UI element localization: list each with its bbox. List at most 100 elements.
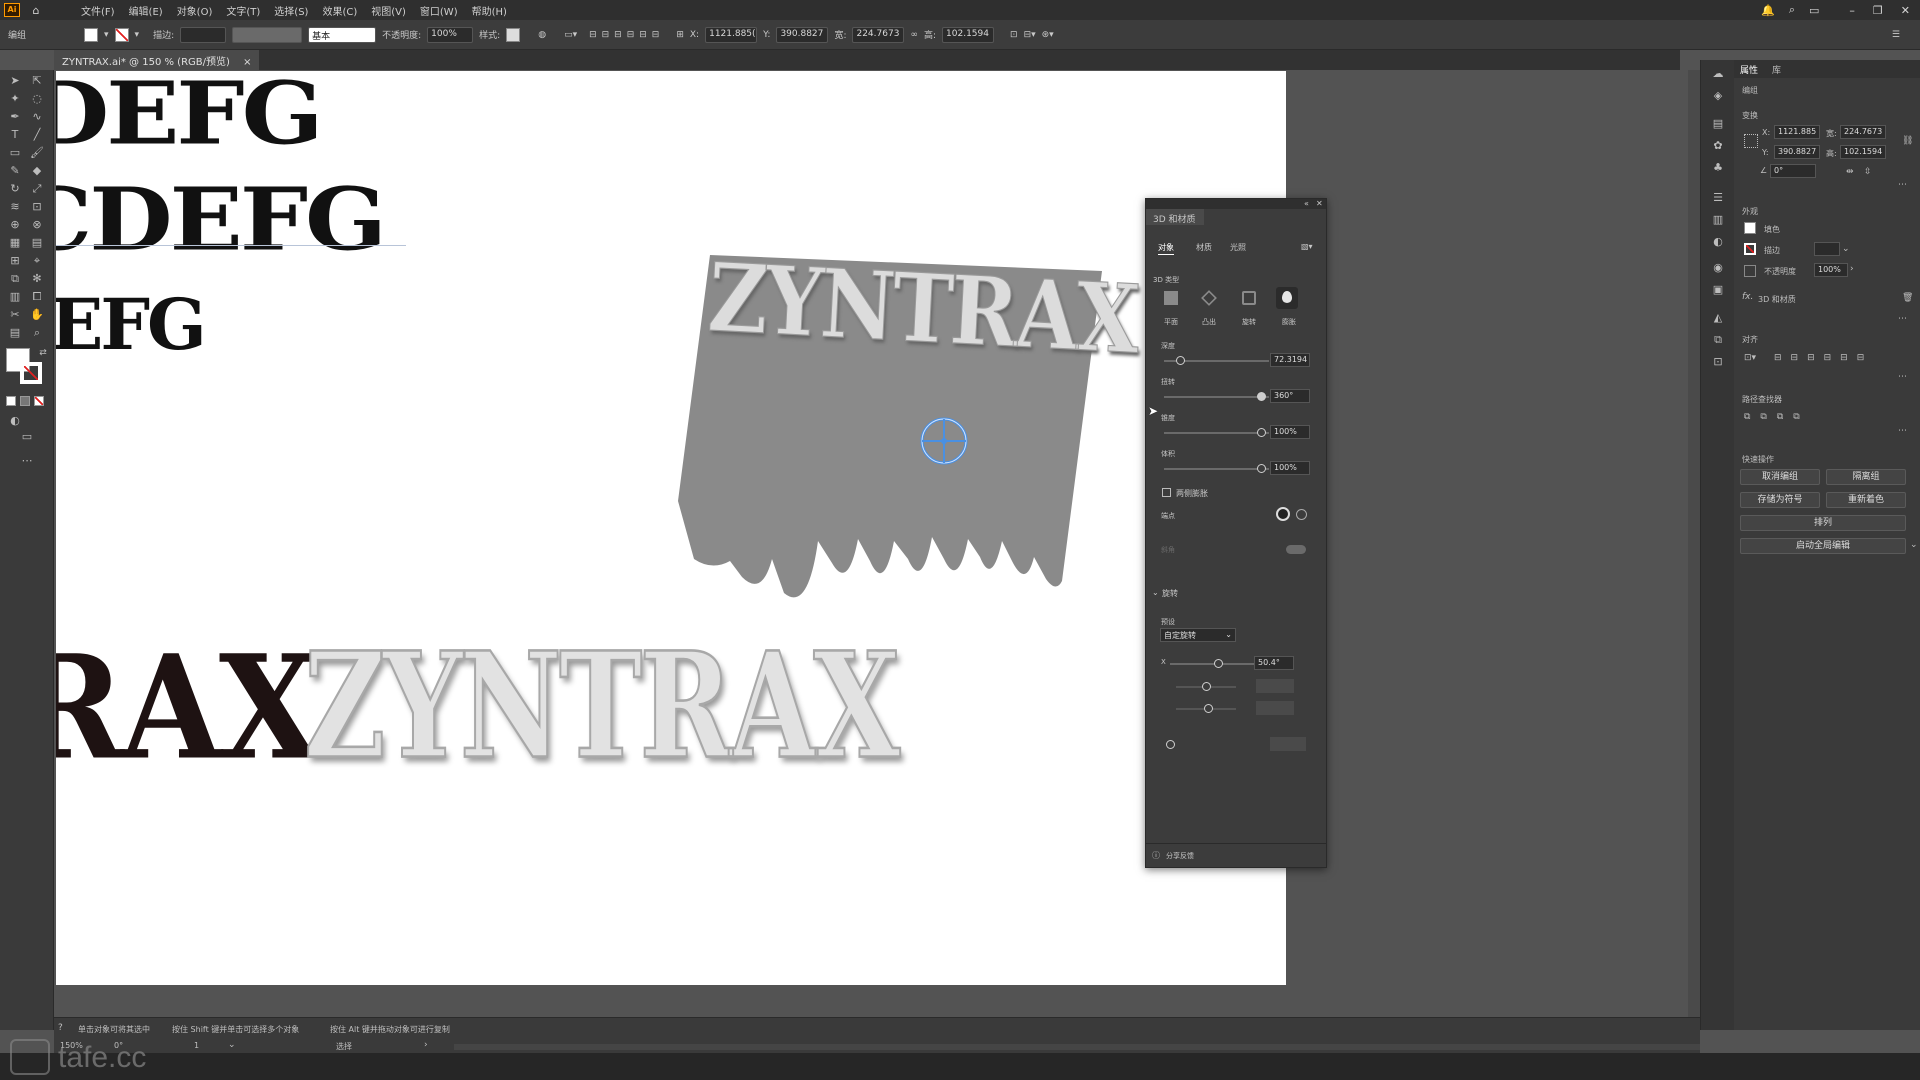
twist-slider-knob[interactable] (1257, 392, 1266, 401)
twist-field[interactable]: 360° (1270, 389, 1310, 403)
tab-materials[interactable]: 材质 (1196, 242, 1212, 253)
fill-swatch[interactable] (84, 27, 98, 42)
3d-rotation-target-icon[interactable] (918, 415, 970, 467)
global-edit-button[interactable]: 启动全局编辑 (1740, 538, 1906, 554)
artboard-tool-icon[interactable]: ⧠ (30, 290, 44, 304)
opacity-field[interactable]: 100% (1814, 263, 1848, 277)
align-to-icon[interactable]: ▭▾ (564, 30, 577, 40)
bevel-toggle[interactable] (1286, 545, 1306, 554)
isolate-group-button[interactable]: 隔离组 (1826, 469, 1906, 485)
z-rotation-slider-knob[interactable] (1204, 704, 1213, 713)
variable-width-field[interactable] (232, 26, 303, 43)
type-tool-icon[interactable]: T (8, 128, 22, 142)
rotation-section-label[interactable]: 旋转 (1162, 588, 1178, 599)
x-field[interactable]: 1121.885 (1774, 125, 1820, 139)
recolor-icon[interactable]: ◍ (538, 30, 546, 40)
volume-slider-knob[interactable] (1257, 464, 1266, 473)
zoom-tool-icon[interactable]: ⌕ (30, 326, 44, 340)
arrange-docs-icon[interactable]: ▭ (1809, 4, 1819, 17)
line-tool-icon[interactable]: ╱ (30, 128, 44, 142)
rectangle-tool-icon[interactable]: ▭ (8, 146, 22, 160)
ungroup-button[interactable]: 取消编组 (1740, 469, 1820, 485)
width-field[interactable]: 224.7673 (852, 26, 905, 43)
taper-slider-knob[interactable] (1257, 428, 1266, 437)
info-icon[interactable]: ⓘ (1152, 850, 1160, 861)
tab-object[interactable]: 对象 (1158, 242, 1174, 253)
appearance-icon[interactable]: ◉ (1710, 260, 1726, 276)
symbols-icon[interactable]: ♣ (1710, 160, 1726, 176)
stroke-color-box[interactable] (20, 362, 42, 384)
chevron-down-icon[interactable]: ⌄ (1842, 244, 1850, 254)
transform-icon[interactable]: ⊡ (1010, 30, 1018, 40)
direct-selection-tool-icon[interactable]: ⇱ (30, 74, 44, 88)
search-icon[interactable]: ⌕ (1789, 3, 1795, 17)
slice-tool-icon[interactable]: ✂ (8, 308, 22, 322)
stroke-swatch[interactable] (1744, 243, 1756, 255)
vertical-scrollbar[interactable] (1688, 70, 1700, 1030)
chevron-down-icon[interactable]: ⌄ (1910, 540, 1918, 550)
render-settings-icon[interactable]: ▧▾ (1301, 242, 1313, 251)
more-options-icon[interactable]: ⋯ (1898, 426, 1907, 436)
swap-colors-icon[interactable]: ⇄ (36, 346, 50, 360)
notification-icon[interactable]: 🔔 (1761, 4, 1775, 17)
mesh-tool-icon[interactable]: ⊞ (8, 254, 22, 268)
artboard-number[interactable]: 1 (194, 1041, 199, 1050)
scale-tool-icon[interactable]: ⤢ (30, 182, 44, 196)
asset-export-icon[interactable]: ⊡ (1710, 354, 1726, 370)
hand-tool-icon[interactable]: ✋ (30, 308, 44, 322)
height-field[interactable]: 102.1594 (1840, 145, 1886, 159)
link-icon[interactable]: ∞ (910, 30, 918, 40)
x-field[interactable]: 1121.885( (705, 26, 758, 43)
close-tab-icon[interactable]: × (243, 57, 251, 68)
magic-wand-icon[interactable]: ✦ (8, 92, 22, 106)
recolor-button[interactable]: 重新着色 (1826, 492, 1906, 508)
chevron-down-icon[interactable]: ⌄ (228, 1040, 236, 1050)
learn-icon[interactable]: ◈ (1710, 88, 1726, 104)
symbol-sprayer-icon[interactable]: ✻ (30, 272, 44, 286)
panel-menu-icon[interactable]: ☰ (1892, 30, 1900, 40)
warp-icon[interactable]: ⊛▾ (1042, 30, 1054, 40)
taper-slider-track[interactable] (1164, 432, 1269, 434)
graphic-style-swatch[interactable] (506, 27, 521, 42)
cap-off-icon[interactable] (1296, 509, 1307, 520)
arrange-button[interactable]: 排列 (1740, 515, 1906, 531)
layers-icon[interactable]: ◭ (1710, 310, 1726, 326)
menu-object[interactable]: 对象(O) (170, 3, 220, 18)
perspective-grid-icon[interactable]: ▦ (8, 236, 22, 250)
more-options-icon[interactable]: ⋯ (1898, 314, 1907, 324)
both-sides-checkbox[interactable] (1162, 488, 1171, 497)
menu-view[interactable]: 视图(V) (364, 3, 413, 18)
taper-field[interactable]: 100% (1270, 425, 1310, 439)
y-field[interactable]: 390.8827 (1774, 145, 1820, 159)
gradient-mode-icon[interactable] (20, 396, 30, 406)
align-icons[interactable]: ⊟⊟⊟⊟⊟⊟ (589, 30, 664, 40)
more-tools-icon[interactable]: ⋯ (20, 454, 34, 468)
curvature-tool-icon[interactable]: ∿ (30, 110, 44, 124)
eraser-icon[interactable]: ◆ (30, 164, 44, 178)
width-field[interactable]: 224.7673 (1840, 125, 1886, 139)
menu-type[interactable]: 文字(T) (219, 3, 267, 18)
fx-3d-materials-link[interactable]: 3D 和材质 (1758, 294, 1796, 305)
help-icon[interactable]: ? (58, 1023, 63, 1033)
app-logo[interactable]: Ai (4, 3, 20, 17)
save-as-symbol-button[interactable]: 存储为符号 (1740, 492, 1820, 508)
restore-icon[interactable]: ❐ (1873, 4, 1883, 17)
extruded-3d-object[interactable]: ZYNTRAX (672, 241, 1140, 621)
cap-on-icon[interactable] (1276, 507, 1290, 521)
flip-horizontal-icon[interactable]: ⇹ (1846, 167, 1854, 177)
pathfinder-buttons-icon[interactable]: ⧉⧉⧉⧉ (1744, 412, 1810, 422)
gradient-tool-icon[interactable]: ▤ (30, 236, 44, 250)
tab-libraries[interactable]: 库 (1772, 63, 1781, 76)
none-mode-icon[interactable] (34, 396, 44, 406)
stroke-weight-field[interactable] (1814, 242, 1840, 256)
y-rotation-slider-knob[interactable] (1202, 682, 1211, 691)
height-field[interactable]: 102.1594 (942, 26, 995, 43)
tab-lighting[interactable]: 光照 (1230, 242, 1246, 253)
menu-edit[interactable]: 编辑(E) (122, 3, 170, 18)
depth-field[interactable]: 72.3194 (1270, 353, 1310, 367)
link-icon[interactable]: ⛓ (1902, 136, 1913, 146)
twist-slider-track[interactable] (1164, 396, 1269, 398)
preset-dropdown[interactable]: 自定旋转 ⌄ (1160, 628, 1236, 642)
close-icon[interactable]: ✕ (1901, 4, 1910, 17)
volume-field[interactable]: 100% (1270, 461, 1310, 475)
